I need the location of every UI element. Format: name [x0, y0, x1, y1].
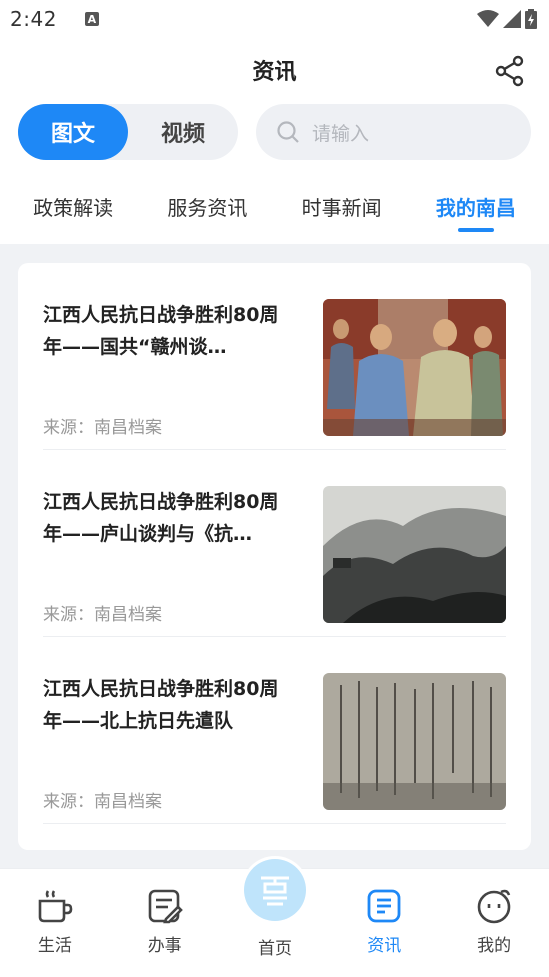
content-area: 江西人民抗日战争胜利80周年——国共“赣州谈… 来源：南昌档案 江西人民抗日战争… [0, 244, 549, 868]
search-input[interactable]: 请输入 [256, 104, 531, 160]
profile-face-icon [477, 889, 511, 924]
article-title: 江西人民抗日战争胜利80周年——庐山谈判与《抗… [43, 491, 279, 545]
article-list-card: 江西人民抗日战争胜利80周年——国共“赣州谈… 来源：南昌档案 江西人民抗日战争… [18, 263, 531, 850]
status-time: 2:42 [10, 7, 57, 31]
article-thumbnail [323, 486, 506, 623]
status-bar: 2:42 A [0, 0, 549, 38]
nav-services[interactable]: 办事 [120, 869, 210, 956]
category-tabs: 政策解读 服务资讯 时事新闻 我的南昌 [0, 176, 549, 242]
share-icon [495, 55, 524, 87]
page-title: 资讯 [252, 60, 297, 85]
tab-label: 政策解读 [33, 196, 114, 220]
nav-profile[interactable]: 我的 [449, 869, 539, 956]
search-placeholder: 请输入 [312, 122, 370, 145]
nav-home-label: 首页 [258, 939, 292, 959]
tab-label: 时事新闻 [301, 196, 382, 220]
list-item[interactable]: 江西人民抗日战争胜利80周年——北上抗日先遣队 来源：南昌档案 [43, 637, 506, 824]
nav-label: 生活 [37, 936, 72, 956]
app-header: 资讯 [0, 38, 549, 102]
wifi-icon [477, 10, 499, 27]
tab-policy[interactable]: 政策解读 [33, 176, 113, 242]
tab-label: 我的南昌 [435, 196, 516, 220]
mode-search-row: 图文 视频 请输入 [18, 104, 531, 160]
tab-image-text[interactable]: 图文 [18, 104, 128, 160]
tab-current-news[interactable]: 时事新闻 [302, 176, 382, 242]
list-item[interactable]: 江西人民抗日战争胜利80周年——庐山谈判与《抗… 来源：南昌档案 [43, 450, 506, 637]
list-item[interactable]: 江西人民抗日战争胜利80周年——国共“赣州谈… 来源：南昌档案 [43, 263, 506, 450]
nav-label: 资讯 [367, 936, 402, 956]
signal-icon [503, 10, 521, 28]
content-type-switch: 图文 视频 [18, 104, 238, 160]
coffee-cup-icon [38, 890, 73, 923]
news-list-icon [367, 889, 401, 923]
share-button[interactable] [493, 54, 527, 88]
article-thumbnail [323, 673, 506, 810]
document-edit-icon [148, 889, 183, 924]
article-source: 来源：南昌档案 [43, 418, 162, 438]
article-thumbnail [323, 299, 506, 436]
article-source: 来源：南昌档案 [43, 792, 162, 812]
nav-home[interactable] [241, 856, 309, 924]
nav-life[interactable]: 生活 [10, 869, 100, 956]
tab-my-nanchang[interactable]: 我的南昌 [436, 176, 516, 242]
tab-label: 服务资讯 [167, 196, 248, 220]
tab-service-news[interactable]: 服务资讯 [167, 176, 247, 242]
active-tab-indicator [457, 228, 494, 232]
article-source: 来源：南昌档案 [43, 605, 162, 625]
battery-icon [525, 9, 537, 29]
notification-a-icon: A [84, 12, 99, 26]
nav-label: 我的 [477, 936, 512, 956]
nav-news[interactable]: 资讯 [339, 869, 429, 956]
tab-video[interactable]: 视频 [128, 104, 238, 160]
home-logo-icon [244, 859, 306, 921]
article-title: 江西人民抗日战争胜利80周年——国共“赣州谈… [43, 304, 279, 358]
search-icon [277, 121, 299, 143]
article-title: 江西人民抗日战争胜利80周年——北上抗日先遣队 [43, 678, 279, 732]
nav-label: 办事 [147, 936, 182, 956]
